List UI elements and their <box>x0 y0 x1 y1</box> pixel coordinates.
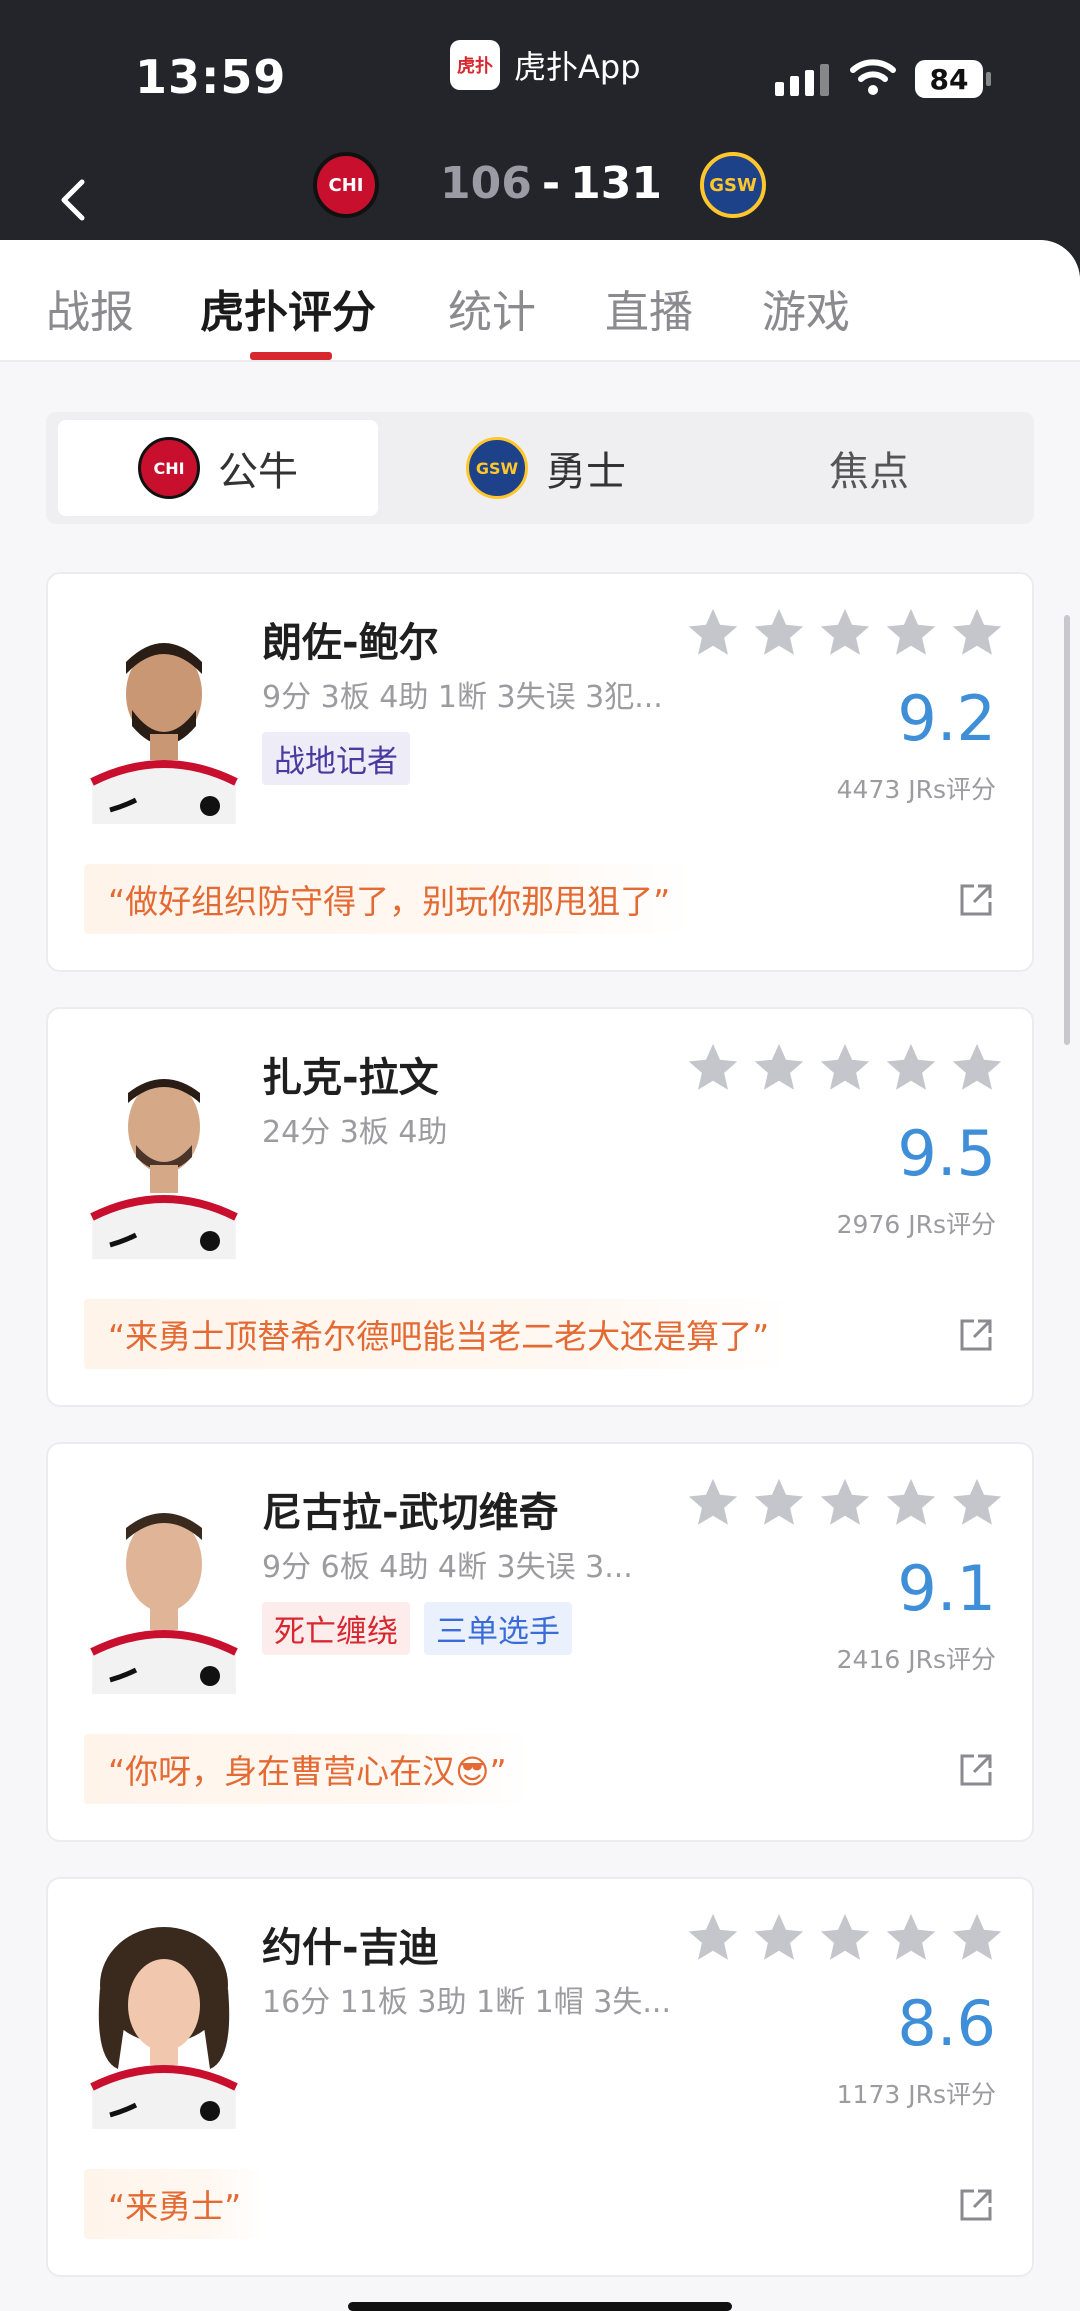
battery-level: 84 <box>929 62 969 96</box>
rating-count: 2976 JRs评分 <box>836 1210 996 1239</box>
star-icon[interactable] <box>816 1039 874 1097</box>
player-card[interactable]: 扎克-拉文 24分 3板 4助 9.5 2976 JRs评分 “来勇士顶替希尔德… <box>46 1007 1034 1407</box>
player-tags: 死亡缠绕 三单选手 <box>262 1602 572 1655</box>
bulls-logo-icon[interactable]: CHI <box>313 152 379 218</box>
cellular-signal-icon <box>775 64 829 96</box>
player-avatar <box>84 614 244 824</box>
star-rating[interactable] <box>684 1474 1006 1532</box>
segment-bulls[interactable]: CHI 公牛 <box>58 420 378 516</box>
warriors-logo-icon: GSW <box>466 437 528 499</box>
star-icon[interactable] <box>948 604 1006 662</box>
player-rating: 9.5 <box>897 1117 996 1190</box>
status-time: 13:59 <box>135 50 287 104</box>
star-icon[interactable] <box>882 1039 940 1097</box>
scrollbar[interactable] <box>1064 615 1070 1045</box>
player-avatar <box>84 1049 244 1259</box>
team-segmented-control: CHI 公牛 GSW 勇士 焦点 <box>46 412 1034 524</box>
top-comment[interactable]: “来勇士” <box>84 2169 266 2239</box>
share-icon[interactable] <box>956 880 996 920</box>
tab-game[interactable]: 游戏 <box>762 276 850 340</box>
star-icon[interactable] <box>750 1909 808 1967</box>
home-score: 106 <box>440 158 532 209</box>
top-header: 13:59 虎扑 虎扑App 84 CHI 106-131 GSW <box>0 0 1080 280</box>
star-icon[interactable] <box>816 604 874 662</box>
top-comment[interactable]: “做好组织防守得了，别玩你那甩狙了” <box>84 864 695 934</box>
bulls-logo-icon: CHI <box>138 437 200 499</box>
tab-live[interactable]: 直播 <box>605 276 693 340</box>
app-badge: 虎扑 虎扑App <box>450 40 641 90</box>
star-icon[interactable] <box>882 604 940 662</box>
player-rating: 9.1 <box>897 1552 996 1625</box>
tab-report[interactable]: 战报 <box>46 276 134 340</box>
app-name: 虎扑App <box>514 48 641 86</box>
top-comment[interactable]: “来勇士顶替希尔德吧能当老二老大还是算了” <box>84 1299 794 1369</box>
star-icon[interactable] <box>750 1474 808 1532</box>
star-rating[interactable] <box>684 1039 1006 1097</box>
active-tab-indicator <box>250 352 332 360</box>
player-card[interactable]: 约什-吉迪 16分 11板 3助 1断 1帽 3失... 8.6 1173 JR… <box>46 1877 1034 2277</box>
rating-count: 2416 JRs评分 <box>836 1645 996 1674</box>
player-card[interactable]: 尼古拉-武切维奇 9分 6板 4助 4断 3失误 3... 死亡缠绕 三单选手 … <box>46 1442 1034 1842</box>
segment-label: 公牛 <box>218 449 298 495</box>
away-score: 131 <box>570 158 662 209</box>
player-name: 朗佐-鲍尔 <box>262 620 439 666</box>
player-card[interactable]: 朗佐-鲍尔 9分 3板 4助 1断 3失误 3犯... 战地记者 9.2 447… <box>46 572 1034 972</box>
player-avatar <box>84 1919 244 2129</box>
warriors-logo-icon[interactable]: GSW <box>700 152 766 218</box>
player-tag[interactable]: 三单选手 <box>424 1602 572 1655</box>
player-name: 扎克-拉文 <box>262 1055 439 1101</box>
share-icon[interactable] <box>956 1750 996 1790</box>
star-icon[interactable] <box>948 1474 1006 1532</box>
player-tag[interactable]: 死亡缠绕 <box>262 1602 410 1655</box>
segment-warriors[interactable]: GSW 勇士 <box>386 420 706 516</box>
player-tag[interactable]: 战地记者 <box>262 732 410 785</box>
star-icon[interactable] <box>882 1474 940 1532</box>
player-tags: 战地记者 <box>262 732 410 785</box>
status-bar: 13:59 虎扑 虎扑App 84 <box>0 0 1080 140</box>
home-indicator[interactable] <box>348 2302 732 2311</box>
star-icon[interactable] <box>684 1039 742 1097</box>
star-icon[interactable] <box>684 604 742 662</box>
share-icon[interactable] <box>956 2185 996 2225</box>
tab-bar: 战报 虎扑评分 统计 直播 游戏 <box>0 240 1080 362</box>
star-icon[interactable] <box>948 1039 1006 1097</box>
player-stats: 9分 6板 4助 4断 3失误 3... <box>262 1550 633 1585</box>
star-rating[interactable] <box>684 604 1006 662</box>
game-score: 106-131 <box>440 158 662 209</box>
back-arrow-icon[interactable] <box>50 160 100 240</box>
top-comment[interactable]: “你呀，身在曹营心在汉😎” <box>84 1734 531 1804</box>
rating-count: 1173 JRs评分 <box>836 2080 996 2109</box>
player-rating: 9.2 <box>897 682 996 755</box>
star-icon[interactable] <box>816 1474 874 1532</box>
segment-label: 勇士 <box>546 449 626 495</box>
star-icon[interactable] <box>684 1474 742 1532</box>
star-icon[interactable] <box>882 1909 940 1967</box>
score-separator: - <box>541 158 561 209</box>
player-stats: 9分 3板 4助 1断 3失误 3犯... <box>262 680 663 715</box>
player-rating: 8.6 <box>897 1987 996 2060</box>
player-name: 尼古拉-武切维奇 <box>262 1490 559 1536</box>
player-stats: 16分 11板 3助 1断 1帽 3失... <box>262 1985 671 2020</box>
content-panel: 战报 虎扑评分 统计 直播 游戏 CHI 公牛 GSW 勇士 焦点 朗佐-鲍尔 … <box>0 240 1080 2311</box>
star-icon[interactable] <box>684 1909 742 1967</box>
player-stats: 24分 3板 4助 <box>262 1115 448 1150</box>
wifi-icon <box>850 59 896 95</box>
hupu-logo-icon: 虎扑 <box>450 40 500 90</box>
player-name: 约什-吉迪 <box>262 1925 439 1971</box>
star-rating[interactable] <box>684 1909 1006 1967</box>
segment-focus[interactable]: 焦点 <box>714 420 1024 516</box>
star-icon[interactable] <box>948 1909 1006 1967</box>
player-avatar <box>84 1484 244 1694</box>
battery-icon: 84 <box>915 60 991 98</box>
tab-stats[interactable]: 统计 <box>448 276 536 340</box>
tab-ratings[interactable]: 虎扑评分 <box>200 276 376 340</box>
star-icon[interactable] <box>816 1909 874 1967</box>
share-icon[interactable] <box>956 1315 996 1355</box>
segment-label: 焦点 <box>829 449 909 495</box>
star-icon[interactable] <box>750 604 808 662</box>
star-icon[interactable] <box>750 1039 808 1097</box>
rating-count: 4473 JRs评分 <box>836 775 996 804</box>
